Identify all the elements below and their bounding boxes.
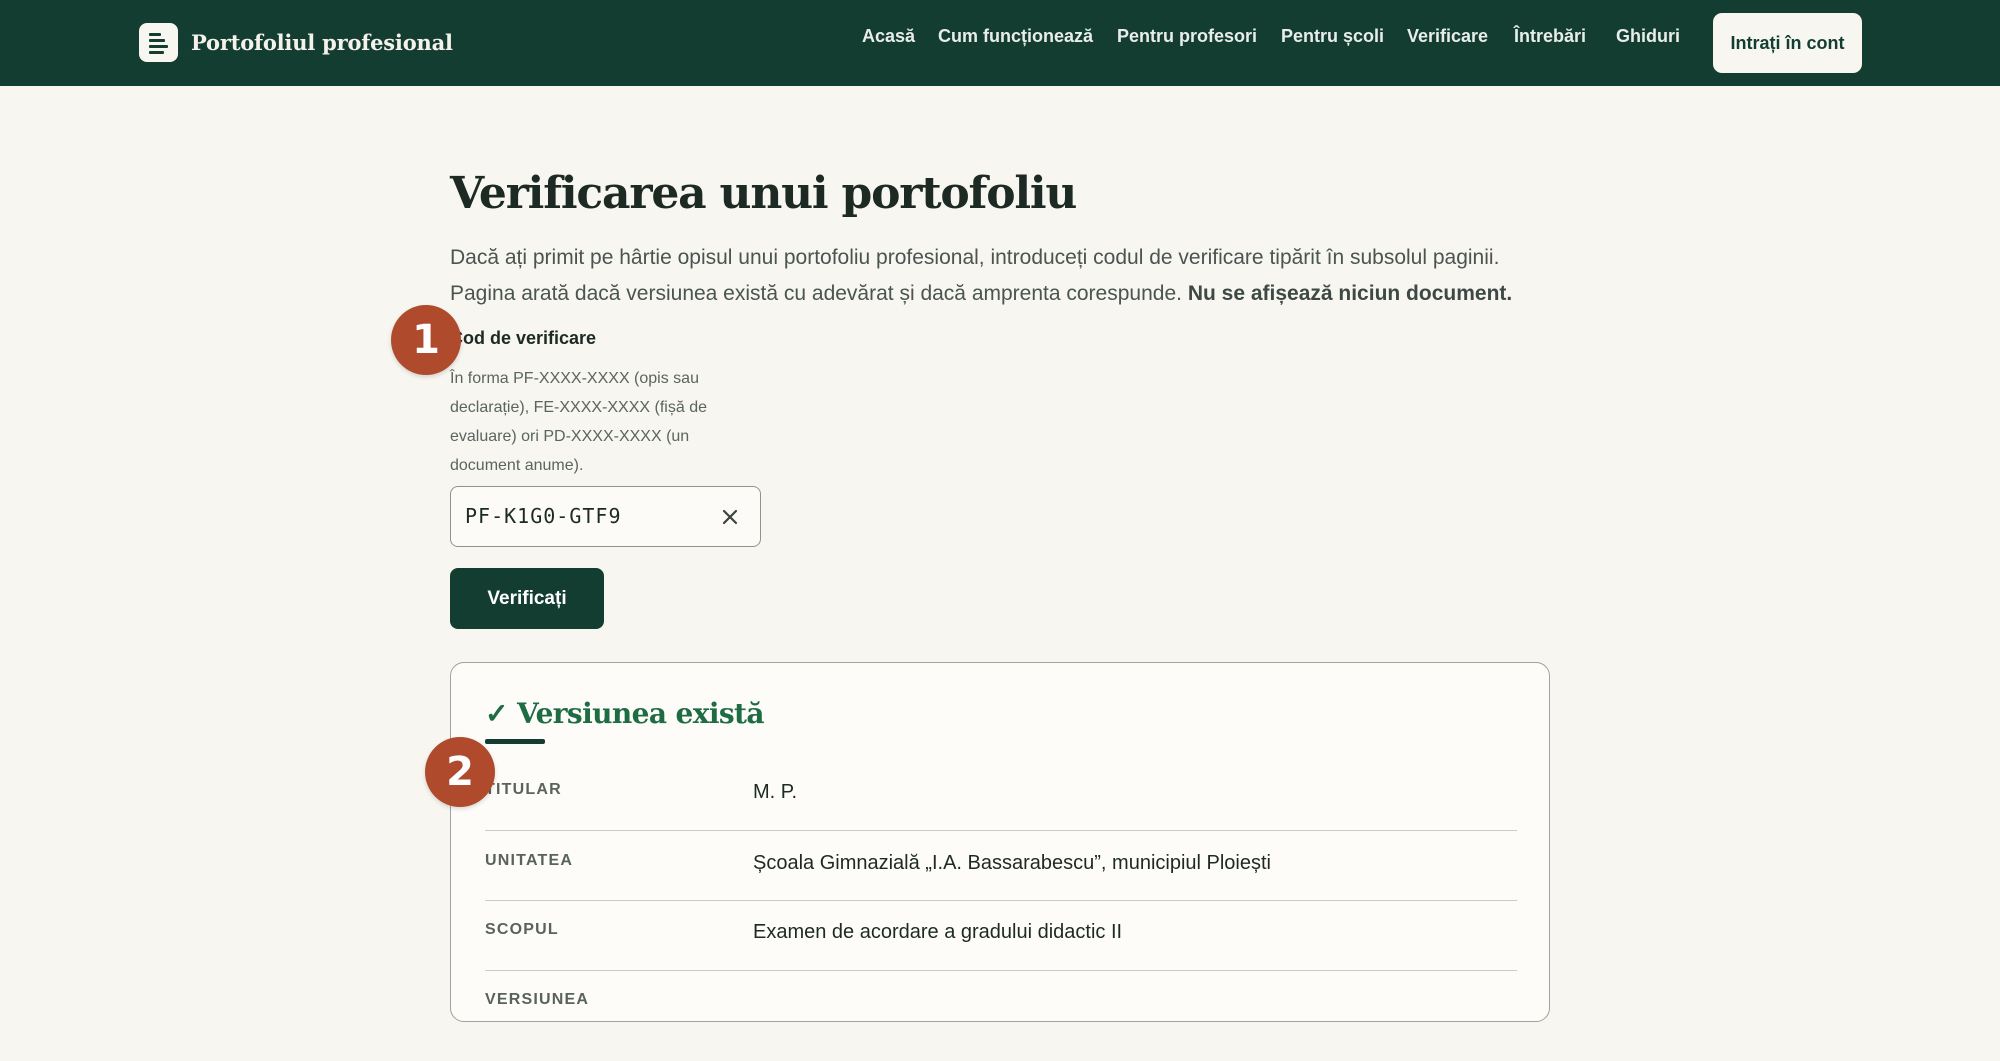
- nav-link-verificare[interactable]: Verificare: [1407, 26, 1488, 52]
- step-marker-1: 1: [391, 305, 461, 375]
- verification-code-field: [450, 486, 761, 547]
- step-marker-2: 2: [425, 737, 495, 807]
- row-divider: [485, 900, 1517, 901]
- result-key: UNITATEA: [485, 852, 574, 869]
- verification-result-card: ✓ Versiunea există TITULAR M. P. UNITATE…: [450, 662, 1550, 1022]
- verify-button[interactable]: Verificați: [450, 568, 604, 629]
- nav-link-intrebari[interactable]: Întrebări: [1514, 26, 1586, 52]
- brand-home-link[interactable]: Portofoliul profesional: [139, 22, 453, 62]
- verification-code-input[interactable]: [465, 487, 705, 545]
- result-key: VERSIUNEA: [485, 991, 590, 1008]
- nav-link-acasa[interactable]: Acasă: [862, 26, 915, 52]
- top-navigation-bar: Portofoliul profesional Acasă Cum funcți…: [0, 0, 2000, 86]
- result-row-scopul: SCOPUL Examen de acordare a gradului did…: [485, 921, 1517, 991]
- brand-title: Portofoliul profesional: [191, 29, 453, 55]
- verification-code-label: Cod de verificare: [450, 328, 597, 348]
- nav-link-pentru-profesori[interactable]: Pentru profesori: [1117, 26, 1257, 52]
- result-status-title: ✓ Versiunea există: [485, 697, 765, 730]
- nav-link-cum-functioneaza[interactable]: Cum funcționează: [938, 26, 1093, 52]
- document-logo-icon: [139, 22, 178, 62]
- result-value: M. P.: [753, 781, 798, 803]
- result-title-underline: [485, 739, 545, 744]
- result-value: Școala Gimnazială „I.A. Bassarabescu”, m…: [753, 852, 1271, 874]
- result-key: SCOPUL: [485, 921, 559, 938]
- result-row-versiunea: VERSIUNEA: [485, 991, 1517, 1061]
- result-value: Examen de acordare a gradului didactic I…: [753, 921, 1123, 943]
- nav-link-ghiduri[interactable]: Ghiduri: [1616, 26, 1680, 52]
- result-row-unitatea: UNITATEA Școala Gimnazială „I.A. Bassara…: [485, 852, 1517, 922]
- result-row-titular: TITULAR M. P.: [485, 781, 1517, 851]
- row-divider: [485, 970, 1517, 971]
- intro-bold-note: Nu se afișează niciun document.: [1187, 282, 1513, 305]
- login-button[interactable]: Intrați în cont: [1713, 13, 1862, 73]
- row-divider: [485, 830, 1517, 831]
- result-key: TITULAR: [485, 781, 562, 798]
- page-title: Verificarea unui portofoliu: [450, 168, 1077, 219]
- nav-link-pentru-scoli[interactable]: Pentru școli: [1281, 26, 1384, 52]
- intro-paragraph: Dacă ați primit pe hârtie opisul unui po…: [450, 240, 1570, 312]
- verification-code-hint: În forma PF-XXXX-XXXX (opis sau declaraț…: [450, 370, 707, 474]
- clear-icon[interactable]: [717, 504, 743, 530]
